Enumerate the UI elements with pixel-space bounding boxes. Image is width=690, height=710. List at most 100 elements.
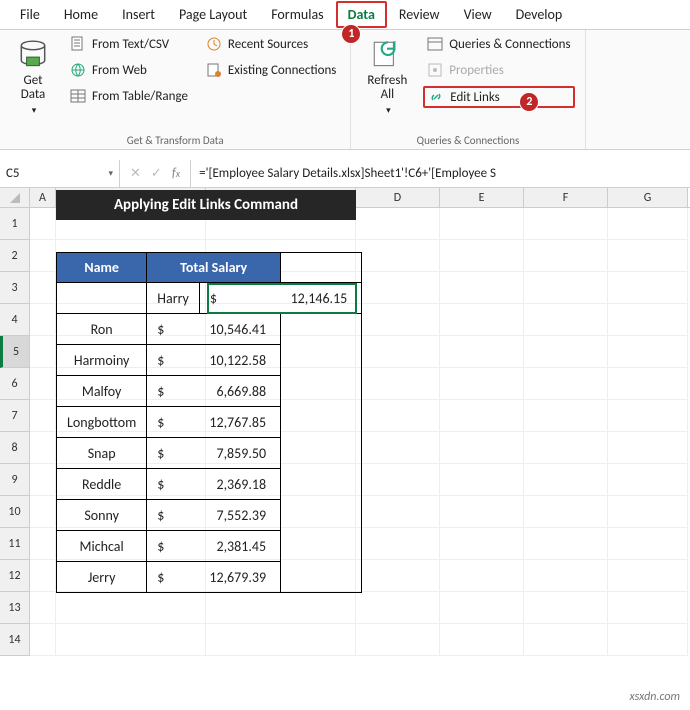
table-cell-value[interactable]: 6,669.88 [199, 376, 280, 407]
row-header[interactable]: 9 [0, 464, 30, 496]
cell[interactable] [56, 592, 206, 624]
row-header[interactable]: 14 [0, 624, 30, 656]
col-header-A[interactable]: A [30, 188, 56, 207]
table-cell-name[interactable]: Malfoy [57, 376, 147, 407]
row-header[interactable]: 10 [0, 496, 30, 528]
table-cell-name[interactable]: Michcal [57, 531, 147, 562]
cell[interactable] [608, 208, 688, 240]
table-cell-value[interactable]: 7,552.39 [199, 500, 280, 531]
cell[interactable] [440, 496, 524, 528]
cell[interactable] [608, 240, 688, 272]
col-header-F[interactable]: F [524, 188, 608, 207]
cell[interactable] [30, 240, 56, 272]
table-cell-name[interactable]: Snap [57, 438, 147, 469]
cell[interactable] [30, 208, 56, 240]
cell[interactable] [524, 208, 608, 240]
tab-view[interactable]: View [452, 1, 504, 28]
cell[interactable] [440, 592, 524, 624]
table-cell-value[interactable]: 12,679.39 [199, 562, 280, 593]
row-header[interactable]: 5 [0, 336, 30, 368]
existing-connections-button[interactable]: Existing Connections [202, 60, 340, 80]
cell[interactable] [440, 272, 524, 304]
cell[interactable] [356, 368, 440, 400]
cell[interactable] [356, 592, 440, 624]
col-header-E[interactable]: E [440, 188, 524, 207]
cell[interactable] [608, 336, 688, 368]
cell[interactable] [440, 528, 524, 560]
cell[interactable] [30, 432, 56, 464]
cell[interactable] [608, 496, 688, 528]
cell[interactable] [440, 208, 524, 240]
cell[interactable] [30, 560, 56, 592]
table-cell-value[interactable]: 2,369.18 [199, 469, 280, 500]
cell[interactable] [356, 304, 440, 336]
cell[interactable] [440, 304, 524, 336]
cell[interactable] [608, 528, 688, 560]
cell[interactable] [524, 560, 608, 592]
cell[interactable] [524, 592, 608, 624]
fx-icon[interactable]: fx [172, 166, 180, 181]
cell[interactable] [524, 464, 608, 496]
select-all-corner[interactable] [0, 188, 30, 207]
cell[interactable] [30, 272, 56, 304]
cell[interactable] [608, 464, 688, 496]
row-header[interactable]: 11 [0, 528, 30, 560]
table-cell-value[interactable]: 12,767.85 [199, 407, 280, 438]
queries-connections-button[interactable]: Queries & Connections [423, 34, 574, 54]
table-cell-value[interactable]: 7,859.50 [199, 438, 280, 469]
from-text-csv-button[interactable]: From Text/CSV [66, 34, 192, 54]
table-cell-name[interactable]: Ron [57, 314, 147, 345]
cell[interactable] [608, 272, 688, 304]
get-data-button[interactable]: Get Data ▾ [10, 34, 56, 120]
cell[interactable] [440, 336, 524, 368]
table-cell-name[interactable]: Harmoiny [57, 345, 147, 376]
cell[interactable] [440, 432, 524, 464]
table-cell-value[interactable]: 10,546.41 [199, 314, 280, 345]
cell[interactable] [30, 304, 56, 336]
col-header-D[interactable]: D [356, 188, 440, 207]
cell[interactable] [356, 240, 440, 272]
from-web-button[interactable]: From Web [66, 60, 192, 80]
recent-sources-button[interactable]: Recent Sources [202, 34, 340, 54]
name-box[interactable]: C5 ▾ [0, 160, 120, 187]
cell[interactable] [608, 592, 688, 624]
cell[interactable] [356, 528, 440, 560]
refresh-all-button[interactable]: Refresh All ▾ [361, 34, 413, 120]
row-header[interactable]: 1 [0, 208, 30, 240]
cell[interactable] [356, 560, 440, 592]
cell[interactable] [30, 400, 56, 432]
cell[interactable] [524, 368, 608, 400]
tab-developer[interactable]: Develop [504, 1, 575, 28]
tab-page-layout[interactable]: Page Layout [167, 1, 259, 28]
tab-review[interactable]: Review [387, 1, 452, 28]
cell[interactable] [56, 624, 206, 656]
cell[interactable] [440, 624, 524, 656]
cell[interactable] [524, 272, 608, 304]
cell[interactable] [608, 560, 688, 592]
cell[interactable] [30, 624, 56, 656]
tab-insert[interactable]: Insert [110, 1, 167, 28]
tab-file[interactable]: File [8, 1, 52, 28]
cell[interactable] [440, 400, 524, 432]
cell[interactable] [356, 432, 440, 464]
cell[interactable] [30, 368, 56, 400]
cell[interactable] [608, 368, 688, 400]
cell[interactable] [524, 336, 608, 368]
properties-button[interactable]: Properties [423, 60, 574, 80]
cell[interactable] [30, 592, 56, 624]
cell[interactable] [524, 528, 608, 560]
table-cell-name[interactable]: Reddle [57, 469, 147, 500]
col-header-G[interactable]: G [608, 188, 688, 207]
cell[interactable] [524, 304, 608, 336]
table-cell-value[interactable]: 2,381.45 [199, 531, 280, 562]
cell[interactable] [440, 560, 524, 592]
tab-formulas[interactable]: Formulas [259, 1, 335, 28]
row-header[interactable]: 2 [0, 240, 30, 272]
row-header[interactable]: 12 [0, 560, 30, 592]
cell[interactable] [356, 336, 440, 368]
row-header[interactable]: 8 [0, 432, 30, 464]
cell[interactable] [608, 400, 688, 432]
tab-data[interactable]: Data [336, 1, 387, 28]
cell[interactable] [206, 624, 356, 656]
cell[interactable] [30, 464, 56, 496]
